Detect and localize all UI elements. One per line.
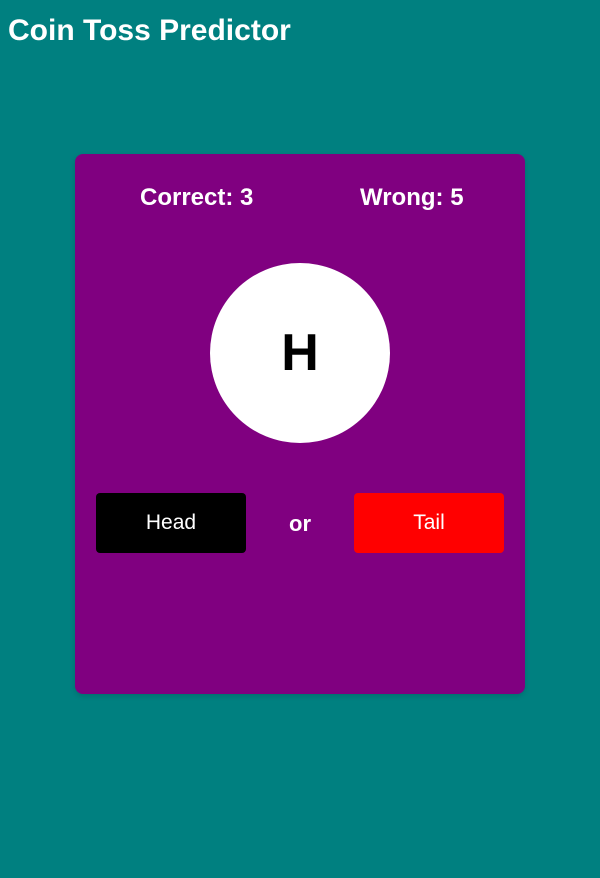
tail-button[interactable]: Tail	[354, 493, 504, 553]
coin: H	[210, 263, 390, 443]
head-button[interactable]: Head	[96, 493, 246, 553]
coin-face: H	[281, 324, 319, 382]
correct-count: Correct: 3	[140, 184, 254, 211]
game-card: Correct: 3 Wrong: 5 H Head or Tail	[75, 154, 525, 694]
or-label: or	[289, 511, 311, 536]
app-title: Coin Toss Predictor	[8, 14, 291, 47]
wrong-count: Wrong: 5	[360, 184, 464, 211]
